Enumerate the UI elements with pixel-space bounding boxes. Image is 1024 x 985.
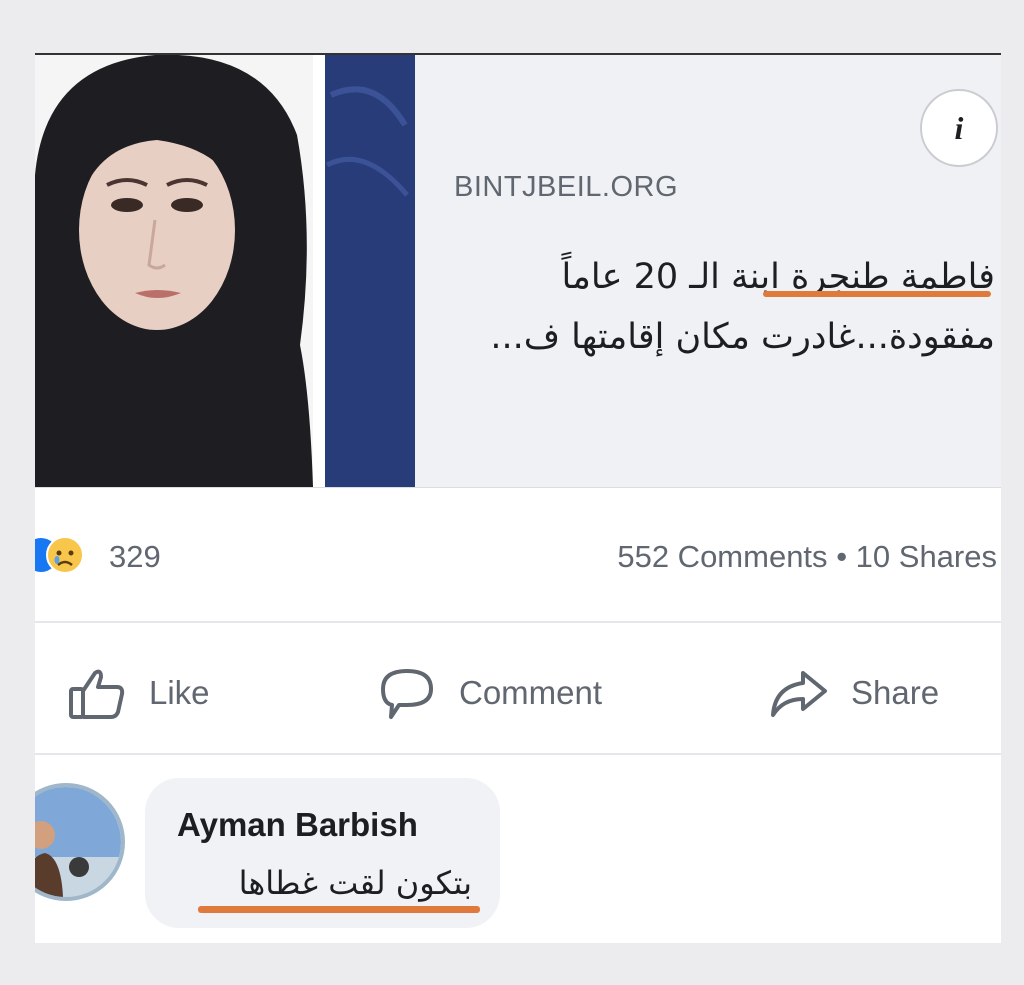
share-arrow-icon (771, 671, 827, 717)
preview-photo (35, 55, 415, 487)
link-preview[interactable]: i BINTJBEIL.ORG فاطمة طنجرة ابنة الـ 20 … (35, 55, 1001, 488)
like-label: Like (149, 674, 210, 711)
share-label: Share (851, 674, 940, 711)
shares-count[interactable]: 10 Shares (856, 539, 997, 574)
divider (35, 621, 1001, 623)
info-icon[interactable]: i (920, 89, 998, 167)
sad-reaction-icon (46, 536, 84, 574)
highlight-underline (763, 291, 991, 297)
speech-bubble-icon (381, 669, 433, 719)
comment-author[interactable]: Ayman Barbish (177, 806, 418, 844)
highlight-underline (198, 906, 480, 913)
comment-label: Comment (459, 674, 603, 711)
reaction-icons[interactable] (35, 535, 87, 575)
avatar-image (35, 787, 121, 897)
avatar[interactable] (35, 783, 125, 901)
headline-line-2: مفقودة...غادرت مكان إقامتها ف... (490, 317, 995, 357)
link-domain[interactable]: BINTJBEIL.ORG (454, 171, 678, 204)
post-card: i BINTJBEIL.ORG فاطمة طنجرة ابنة الـ 20 … (35, 53, 1001, 943)
like-button[interactable]: Like (67, 653, 210, 733)
comments-count[interactable]: 552 Comments (617, 539, 827, 574)
headline-line-1: فاطمة طنجرة ابنة الـ 20 عاماً (561, 257, 996, 297)
divider (35, 753, 1001, 755)
post-stats: 329 552 Comments • 10 Shares (35, 523, 1001, 593)
stats-separator: • (836, 539, 848, 574)
thumbs-up-icon (69, 669, 125, 719)
action-bar: Like Comment Share (35, 653, 1001, 733)
reaction-count[interactable]: 329 (109, 539, 161, 575)
link-headline[interactable]: فاطمة طنجرة ابنة الـ 20 عاماً مفقودة...غ… (435, 247, 995, 367)
portrait-image (35, 55, 415, 487)
share-button[interactable]: Share (767, 653, 939, 733)
comment-text: بتكون لقت غطاها (238, 864, 472, 902)
comments-shares: 552 Comments • 10 Shares (617, 539, 997, 575)
info-symbol: i (954, 109, 964, 146)
comment-button[interactable]: Comment (377, 653, 602, 733)
